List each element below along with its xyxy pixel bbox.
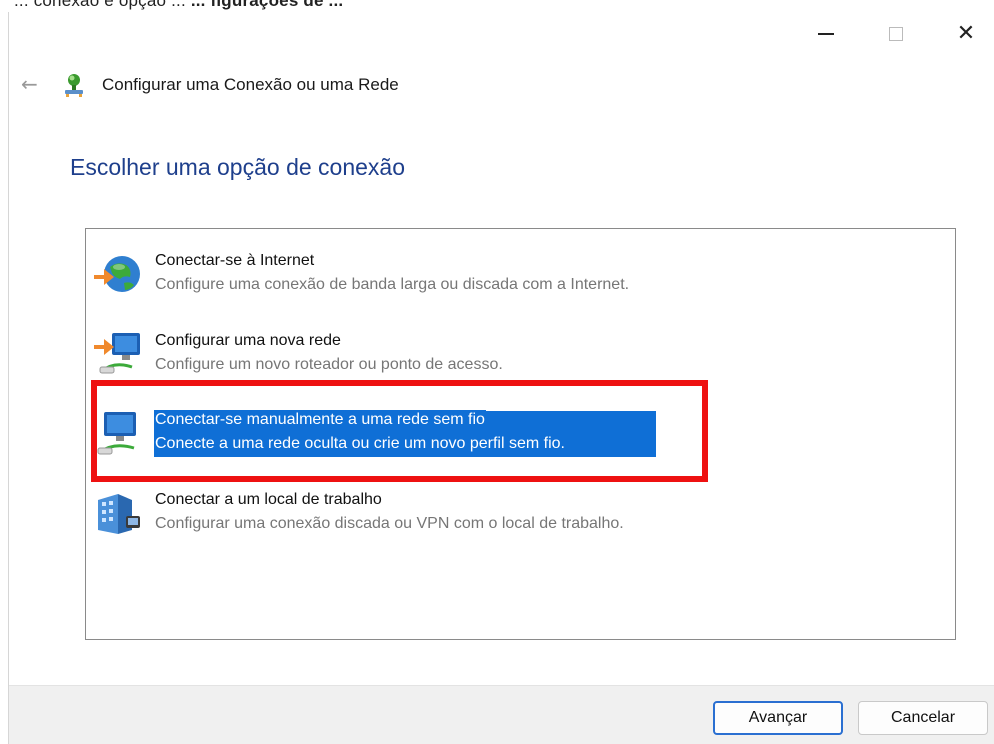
option-workplace[interactable]: Conectar a um local de trabalho Configur… bbox=[92, 486, 732, 546]
new-network-icon bbox=[94, 333, 140, 374]
network-setup-icon bbox=[65, 74, 83, 97]
option-connect-internet[interactable]: Conectar-se à Internet Configure uma con… bbox=[92, 247, 732, 307]
globe-internet-icon bbox=[94, 256, 140, 292]
dialog-footer: Avançar Cancelar bbox=[9, 685, 994, 744]
window-title: Configurar uma Conexão ou uma Rede bbox=[102, 75, 399, 94]
option-new-network[interactable]: Configurar uma nova rede Configure um no… bbox=[92, 327, 732, 387]
option-title: Conectar-se manualmente a uma rede sem f… bbox=[154, 410, 486, 430]
caption-bold: ... figurações de ... bbox=[190, 0, 344, 10]
option-description: Configure um novo roteador ou ponto de a… bbox=[155, 356, 503, 373]
minimize-icon bbox=[818, 33, 834, 35]
close-button[interactable]: ✕ bbox=[943, 16, 989, 52]
maximize-icon bbox=[889, 27, 903, 41]
wireless-network-icon bbox=[97, 412, 136, 455]
option-description: Conecte a uma rede oculta ou crie um nov… bbox=[154, 434, 566, 454]
next-button[interactable]: Avançar bbox=[713, 701, 843, 735]
connection-setup-window: ✕ ← Configurar uma Conexão ou uma Rede E… bbox=[8, 12, 994, 744]
option-title: Configurar uma nova rede bbox=[155, 332, 341, 349]
maximize-button[interactable] bbox=[873, 16, 919, 52]
option-title: Conectar a um local de trabalho bbox=[155, 491, 382, 508]
option-description: Configure uma conexão de banda larga ou … bbox=[155, 276, 630, 293]
cropped-caption-text: ... conexão e opção ... ... figurações d… bbox=[14, 0, 343, 11]
cancel-button[interactable]: Cancelar bbox=[858, 701, 988, 735]
option-manual-wireless[interactable]: Conectar-se manualmente a uma rede sem f… bbox=[92, 406, 732, 466]
close-icon: ✕ bbox=[956, 21, 976, 46]
workplace-vpn-icon bbox=[98, 494, 140, 534]
option-description: Configurar uma conexão discada ou VPN co… bbox=[155, 515, 624, 532]
page-heading: Escolher uma opção de conexão bbox=[70, 154, 405, 180]
back-arrow-icon[interactable]: ← bbox=[21, 74, 38, 94]
option-title: Conectar-se à Internet bbox=[155, 252, 315, 269]
minimize-button[interactable] bbox=[803, 16, 849, 52]
connection-options-list: Conectar-se à Internet Configure uma con… bbox=[85, 228, 956, 640]
caption-prefix: ... conexão e opção ... bbox=[14, 0, 191, 10]
